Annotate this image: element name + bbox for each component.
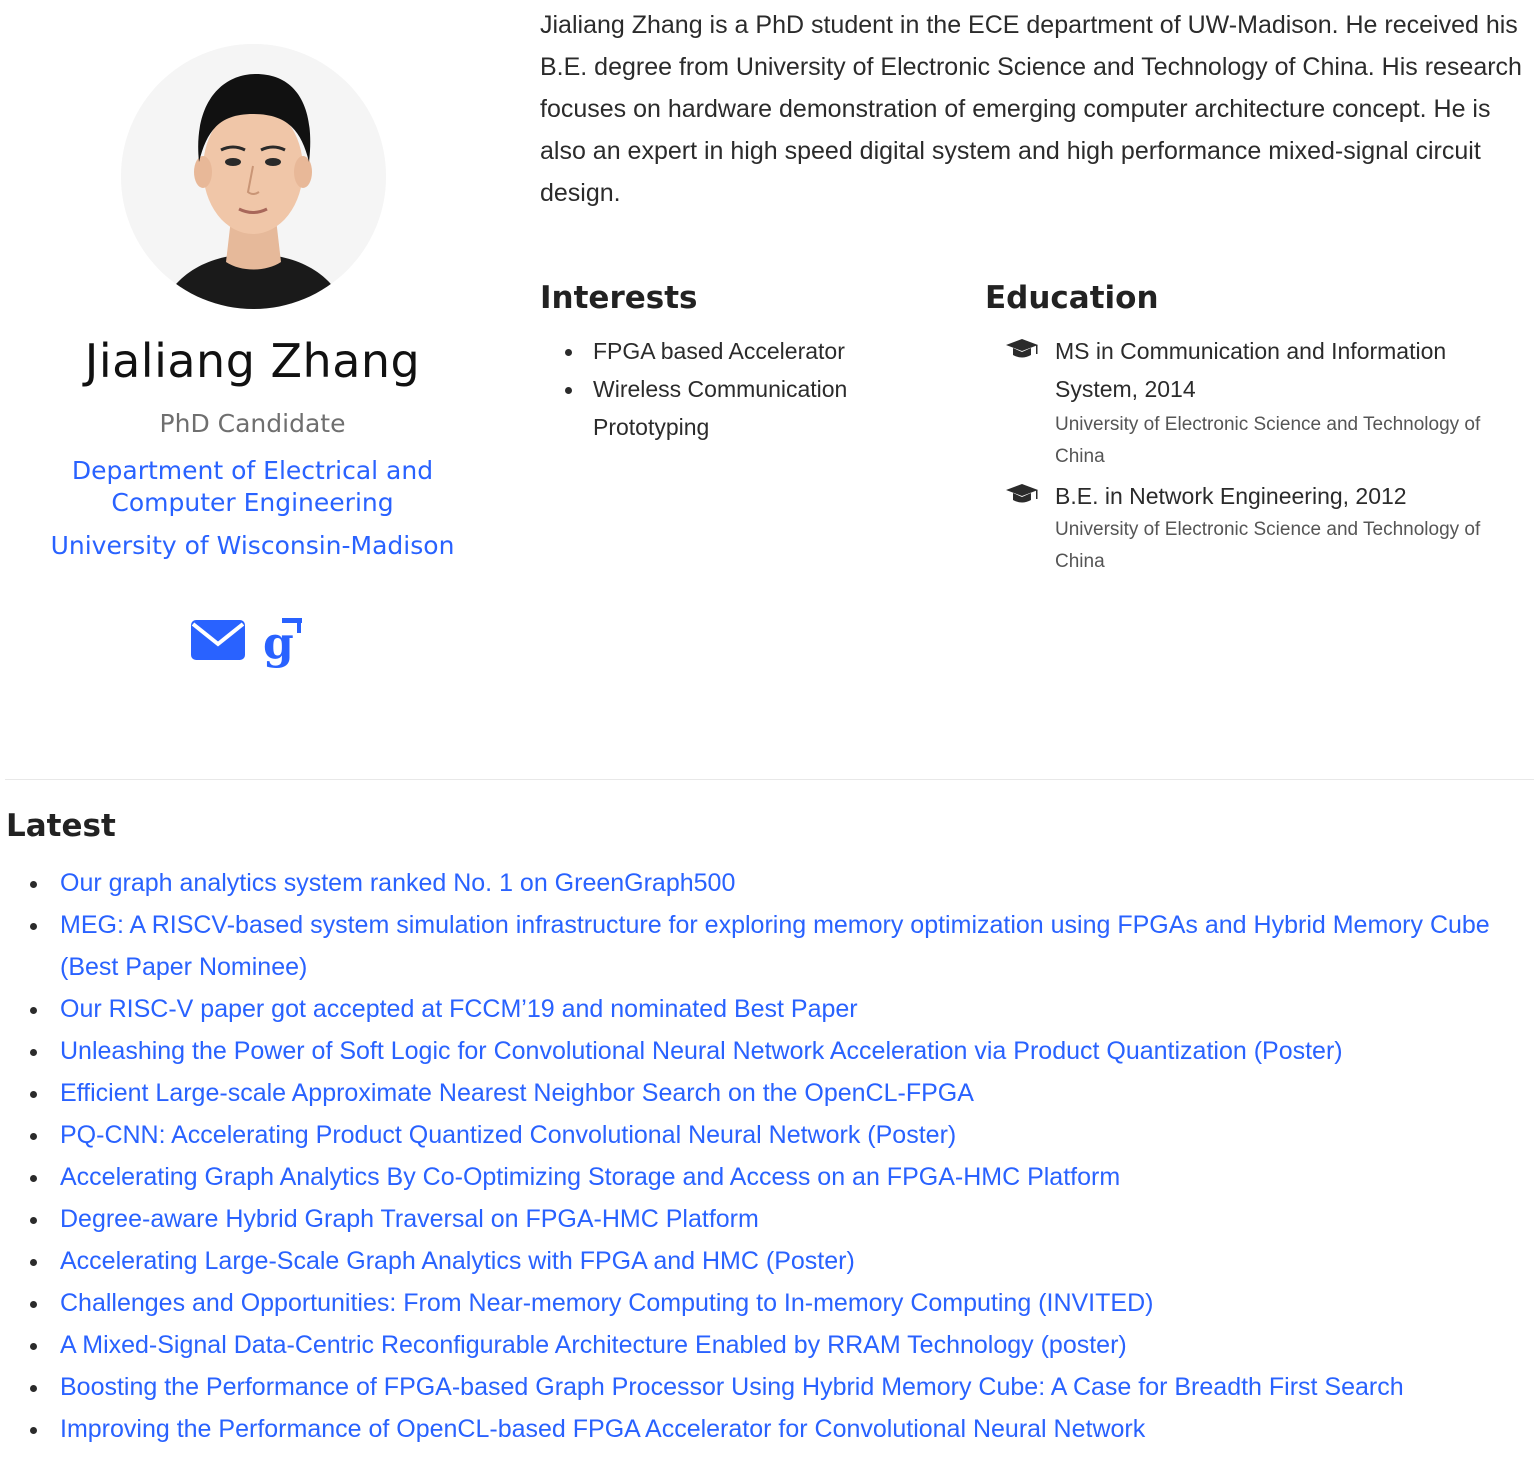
interests-list: FPGA based Accelerator Wireless Communic… [560, 332, 890, 446]
list-item: Degree-aware Hybrid Graph Traversal on F… [28, 1198, 1523, 1240]
list-item: A Mixed-Signal Data-Centric Reconfigurab… [28, 1324, 1523, 1366]
news-link[interactable]: PQ-CNN: Accelerating Product Quantized C… [60, 1121, 956, 1149]
news-link[interactable]: A Mixed-Signal Data-Centric Reconfigurab… [60, 1331, 1127, 1359]
list-item: Our graph analytics system ranked No. 1 … [28, 862, 1523, 904]
list-item: Accelerating Graph Analytics By Co-Optim… [28, 1156, 1523, 1198]
institution-name: University of Electronic Science and Tec… [1055, 414, 1481, 467]
list-item: Our RISC-V paper got accepted at FCCM’19… [28, 988, 1523, 1030]
news-link[interactable]: Challenges and Opportunities: From Near-… [60, 1289, 1153, 1317]
latest-heading: Latest [6, 808, 116, 844]
news-link[interactable]: Unleashing the Power of Soft Logic for C… [60, 1037, 1343, 1065]
institution-name: University of Electronic Science and Tec… [1055, 519, 1481, 572]
svg-text:g: g [263, 618, 294, 668]
list-item: Unleashing the Power of Soft Logic for C… [28, 1030, 1523, 1072]
list-item: Boosting the Performance of FPGA-based G… [28, 1366, 1523, 1408]
news-link[interactable]: Boosting the Performance of FPGA-based G… [60, 1373, 1404, 1401]
profile-role: PhD Candidate [159, 409, 346, 438]
list-item: Improving the Performance of OpenCL-base… [28, 1408, 1523, 1450]
bio-text: Jialiang Zhang is a PhD student in the E… [540, 11, 1522, 207]
news-link[interactable]: Degree-aware Hybrid Graph Traversal on F… [60, 1205, 759, 1233]
google-scholar-icon: g [263, 618, 302, 669]
news-link[interactable]: Accelerating Large-Scale Graph Analytics… [60, 1247, 855, 1275]
list-item: PQ-CNN: Accelerating Product Quantized C… [28, 1114, 1523, 1156]
envelope-icon [191, 620, 245, 660]
graduation-cap-icon [1006, 339, 1038, 358]
profile-name: Jialiang Zhang [84, 334, 421, 388]
degree-title: B.E. in Network Engineering, 2012 [1055, 483, 1407, 509]
graduation-cap-icon [1006, 484, 1038, 503]
list-item: MEG: A RISCV-based system simulation inf… [28, 904, 1523, 988]
email-link[interactable] [190, 616, 250, 666]
avatar [121, 44, 386, 309]
news-link[interactable]: Our RISC-V paper got accepted at FCCM’19… [60, 995, 858, 1023]
news-link[interactable]: Improving the Performance of OpenCL-base… [60, 1415, 1145, 1443]
list-item: Efficient Large-scale Approximate Neares… [28, 1072, 1523, 1114]
interest-item: FPGA based Accelerator [560, 332, 890, 370]
interest-item: Wireless Communication Prototyping [560, 370, 890, 446]
news-link[interactable]: Our graph analytics system ranked No. 1 … [60, 869, 735, 897]
news-link[interactable]: Accelerating Graph Analytics By Co-Optim… [60, 1163, 1120, 1191]
interests-heading: Interests [540, 280, 698, 316]
news-link[interactable]: Efficient Large-scale Approximate Neares… [60, 1079, 974, 1107]
google-scholar-link[interactable]: g [260, 616, 308, 669]
profile-photo [121, 44, 386, 309]
education-heading: Education [985, 280, 1159, 316]
list-item: Accelerating Large-Scale Graph Analytics… [28, 1240, 1523, 1282]
section-divider [5, 779, 1534, 780]
news-link[interactable]: MEG: A RISCV-based system simulation inf… [60, 911, 1490, 981]
list-item: Challenges and Opportunities: From Near-… [28, 1282, 1523, 1324]
university-link[interactable]: University of Wisconsin-Madison [0, 531, 505, 560]
department-link[interactable]: Department of Electrical and Computer En… [40, 455, 465, 519]
degree-title: MS in Communication and Information Syst… [1055, 338, 1447, 402]
latest-list: Our graph analytics system ranked No. 1 … [28, 862, 1523, 1450]
